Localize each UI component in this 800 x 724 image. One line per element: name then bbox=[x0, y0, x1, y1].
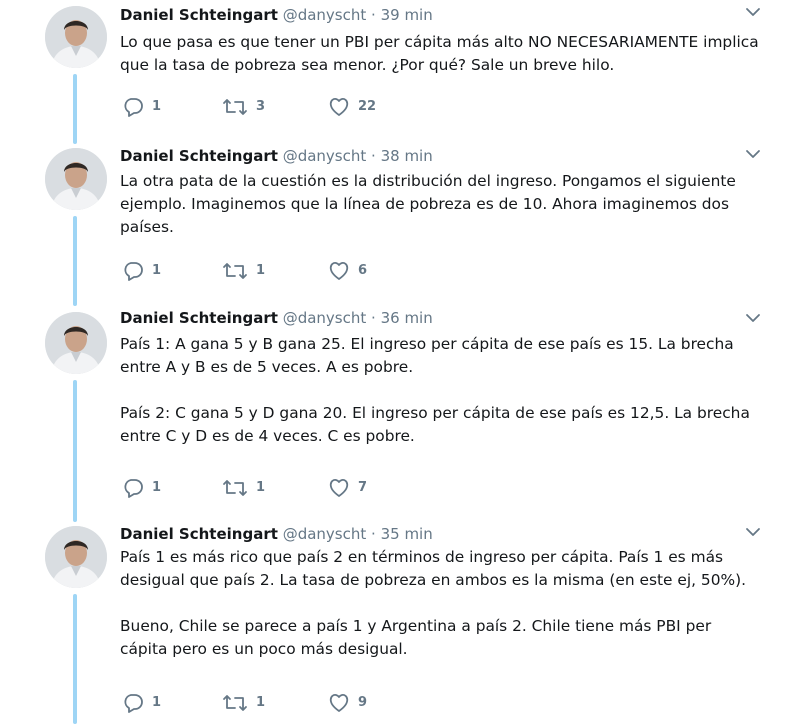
reply-button[interactable]: 1 bbox=[122, 477, 161, 499]
tweet-actions: 1 1 7 bbox=[120, 477, 520, 499]
reply-button[interactable]: 1 bbox=[122, 260, 161, 282]
tweet-text: País 1 es más rico que país 2 en término… bbox=[120, 548, 747, 658]
separator-dot: · bbox=[371, 525, 376, 543]
author-name[interactable]: Daniel Schteingart bbox=[120, 6, 278, 24]
tweet[interactable]: Daniel Schteingart @danyscht · 36 min Pa… bbox=[0, 306, 800, 522]
retweet-icon bbox=[223, 480, 247, 496]
retweet-icon bbox=[223, 99, 247, 115]
tweet-actions: 1 1 9 bbox=[120, 692, 520, 714]
reply-icon bbox=[124, 694, 143, 713]
retweet-button[interactable]: 1 bbox=[222, 477, 265, 499]
retweet-count: 1 bbox=[256, 480, 266, 495]
retweet-icon bbox=[223, 263, 247, 279]
tweet-text: La otra pata de la cuestión es la distri… bbox=[120, 172, 736, 236]
tweet-timestamp[interactable]: 38 min bbox=[381, 147, 433, 165]
reply-count: 1 bbox=[152, 695, 162, 710]
retweet-count: 3 bbox=[256, 99, 266, 114]
retweet-count: 1 bbox=[256, 263, 266, 278]
separator-dot: · bbox=[371, 309, 376, 327]
retweet-button[interactable]: 1 bbox=[222, 692, 265, 714]
avatar[interactable] bbox=[45, 148, 107, 210]
tweet[interactable]: Daniel Schteingart @danyscht · 39 min Lo… bbox=[0, 0, 800, 144]
reply-icon bbox=[124, 262, 143, 281]
tweet-timestamp[interactable]: 39 min bbox=[381, 6, 433, 24]
reply-count: 1 bbox=[152, 480, 162, 495]
retweet-button[interactable]: 3 bbox=[222, 96, 265, 118]
tweet-timestamp[interactable]: 36 min bbox=[381, 309, 433, 327]
tweet-header: Daniel Schteingart @danyscht · 38 min bbox=[120, 145, 433, 167]
tweet-thread: Daniel Schteingart @danyscht · 39 min Lo… bbox=[0, 0, 800, 724]
reply-button[interactable]: 1 bbox=[122, 692, 161, 714]
chevron-down-icon[interactable] bbox=[745, 312, 761, 324]
like-count: 22 bbox=[358, 99, 377, 114]
author-handle[interactable]: @danyscht bbox=[283, 147, 367, 165]
retweet-button[interactable]: 1 bbox=[222, 260, 265, 282]
tweet-actions: 1 3 22 bbox=[120, 96, 520, 118]
avatar[interactable] bbox=[45, 312, 107, 374]
thread-connector bbox=[73, 380, 77, 522]
thread-connector bbox=[73, 216, 77, 306]
like-button[interactable]: 9 bbox=[328, 692, 367, 714]
tweet-timestamp[interactable]: 35 min bbox=[381, 525, 433, 543]
heart-icon bbox=[329, 694, 349, 712]
chevron-down-icon[interactable] bbox=[745, 526, 761, 538]
tweet-text: Lo que pasa es que tener un PBI per cápi… bbox=[120, 33, 759, 74]
reply-button[interactable]: 1 bbox=[122, 96, 161, 118]
tweet-text: País 1: A gana 5 y B gana 25. El ingreso… bbox=[120, 335, 750, 445]
tweet-header: Daniel Schteingart @danyscht · 39 min bbox=[120, 4, 433, 26]
like-button[interactable]: 7 bbox=[328, 477, 367, 499]
heart-icon bbox=[329, 479, 349, 497]
author-handle[interactable]: @danyscht bbox=[283, 309, 367, 327]
heart-icon bbox=[329, 262, 349, 280]
author-name[interactable]: Daniel Schteingart bbox=[120, 525, 278, 543]
separator-dot: · bbox=[371, 6, 376, 24]
tweet-actions: 1 1 6 bbox=[120, 260, 520, 282]
avatar[interactable] bbox=[45, 526, 107, 588]
thread-connector bbox=[73, 594, 77, 724]
avatar[interactable] bbox=[45, 6, 107, 68]
thread-connector bbox=[73, 74, 77, 144]
tweet[interactable]: Daniel Schteingart @danyscht · 35 min Pa… bbox=[0, 520, 800, 724]
chevron-down-icon[interactable] bbox=[745, 6, 761, 18]
like-count: 6 bbox=[358, 263, 368, 278]
reply-count: 1 bbox=[152, 99, 162, 114]
tweet-header: Daniel Schteingart @danyscht · 35 min bbox=[120, 523, 433, 545]
retweet-count: 1 bbox=[256, 695, 266, 710]
author-handle[interactable]: @danyscht bbox=[283, 6, 367, 24]
author-name[interactable]: Daniel Schteingart bbox=[120, 309, 278, 327]
separator-dot: · bbox=[371, 147, 376, 165]
author-handle[interactable]: @danyscht bbox=[283, 525, 367, 543]
tweet-header: Daniel Schteingart @danyscht · 36 min bbox=[120, 307, 433, 329]
like-button[interactable]: 6 bbox=[328, 260, 367, 282]
like-count: 7 bbox=[358, 480, 368, 495]
chevron-down-icon[interactable] bbox=[745, 148, 761, 160]
reply-icon bbox=[124, 98, 143, 117]
like-button[interactable]: 22 bbox=[328, 96, 376, 118]
like-count: 9 bbox=[358, 695, 368, 710]
reply-count: 1 bbox=[152, 263, 162, 278]
tweet[interactable]: Daniel Schteingart @danyscht · 38 min La… bbox=[0, 142, 800, 306]
reply-icon bbox=[124, 479, 143, 498]
author-name[interactable]: Daniel Schteingart bbox=[120, 147, 278, 165]
heart-icon bbox=[329, 98, 349, 116]
retweet-icon bbox=[223, 695, 247, 711]
